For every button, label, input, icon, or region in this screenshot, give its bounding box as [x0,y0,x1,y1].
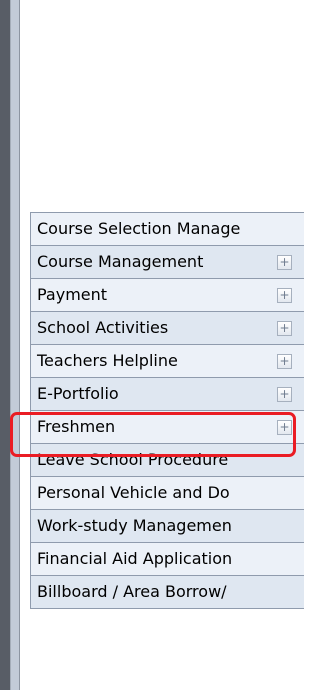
menu-item-label: Leave School Procedure [37,450,229,469]
menu-item-label: Payment [37,285,108,304]
menu-item-label: School Activities [37,318,169,337]
expand-plus-icon[interactable]: + [277,288,292,303]
menu-item-label: Course Management [37,252,204,271]
menu-item-teachers-helpline[interactable]: Teachers Helpline + [31,345,304,378]
menu-item-course-selection-management[interactable]: Course Selection Manage [31,213,304,246]
menu-item-label: Course Selection Manage [37,219,241,238]
menu-item-billboard-area-borrow[interactable]: Billboard / Area Borrow/ [31,576,304,609]
menu-item-e-portfolio[interactable]: E-Portfolio + [31,378,304,411]
menu-item-financial-aid-application[interactable]: Financial Aid Application [31,543,304,576]
menu-item-payment[interactable]: Payment + [31,279,304,312]
menu-item-label: E-Portfolio [37,384,119,403]
expand-plus-icon[interactable]: + [277,354,292,369]
menu-item-work-study-management[interactable]: Work-study Managemen [31,510,304,543]
menu-item-course-management[interactable]: Course Management + [31,246,304,279]
menu-item-label: Billboard / Area Borrow/ [37,582,227,601]
menu-item-personal-vehicle[interactable]: Personal Vehicle and Do [31,477,304,510]
expand-plus-icon[interactable]: + [277,321,292,336]
expand-plus-icon[interactable]: + [277,420,292,435]
expand-plus-icon[interactable]: + [277,387,292,402]
menu-item-label: Financial Aid Application [37,549,233,568]
menu-item-freshmen[interactable]: Freshmen + [31,411,304,444]
menu-item-label: Freshmen [37,417,116,436]
sidebar-frame-dark [0,0,10,690]
menu-item-label: Teachers Helpline [37,351,178,370]
menu-item-label: Work-study Managemen [37,516,232,535]
expand-plus-icon[interactable]: + [277,255,292,270]
menu-item-leave-school-procedure[interactable]: Leave School Procedure [31,444,304,477]
sidebar-frame-light [10,0,20,690]
menu-item-school-activities[interactable]: School Activities + [31,312,304,345]
sidebar-menu: Course Selection Manage Course Managemen… [30,212,304,609]
menu-item-label: Personal Vehicle and Do [37,483,230,502]
